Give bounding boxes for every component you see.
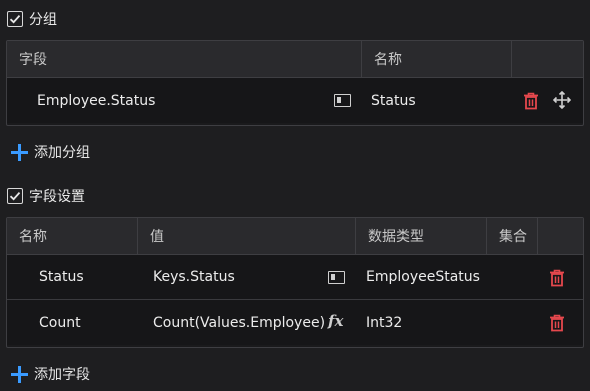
column-header-actions: [538, 218, 583, 254]
grouping-checkbox[interactable]: [7, 11, 23, 27]
move-icon[interactable]: [553, 91, 571, 109]
name-cell[interactable]: Status: [7, 255, 138, 299]
add-group-label: 添加分组: [34, 145, 90, 161]
field-cell[interactable]: Employee.Status: [7, 78, 362, 123]
type-cell[interactable]: Int32: [356, 300, 487, 345]
fields-checkbox[interactable]: [7, 188, 23, 204]
value-cell[interactable]: Keys.Status: [138, 255, 356, 299]
column-header-name[interactable]: 名称: [362, 41, 512, 77]
column-header-collection[interactable]: 集合: [487, 218, 538, 254]
column-header-actions: [512, 41, 583, 77]
actions-cell: [512, 78, 583, 123]
name-value: Status: [39, 269, 84, 285]
plus-icon: [11, 365, 28, 383]
check-icon: [9, 15, 21, 24]
fields-header: 字段设置: [7, 185, 85, 207]
actions-cell: [538, 300, 583, 345]
add-group-button[interactable]: 添加分组: [11, 141, 90, 163]
grouping-table: 字段 名称 Employee.Status Status: [6, 40, 584, 126]
name-value: Status: [371, 92, 416, 109]
table-row[interactable]: Status Keys.Status EmployeeStatus: [7, 255, 583, 300]
trash-icon[interactable]: [549, 269, 565, 287]
type-cell[interactable]: EmployeeStatus: [356, 255, 487, 299]
column-header-field[interactable]: 字段: [7, 41, 362, 77]
grouping-table-header: 字段 名称: [7, 41, 583, 78]
type-value: Int32: [366, 314, 403, 331]
trash-icon[interactable]: [523, 92, 539, 110]
fields-title: 字段设置: [29, 189, 85, 205]
grouping-title: 分组: [29, 12, 57, 28]
field-value: Employee.Status: [37, 92, 156, 109]
check-icon: [9, 192, 21, 201]
collection-cell[interactable]: [487, 300, 538, 345]
actions-cell: [538, 255, 583, 299]
value-text: Keys.Status: [153, 269, 235, 285]
fields-table-header: 名称 值 数据类型 集合: [7, 218, 583, 255]
fields-table: 名称 值 数据类型 集合 Status Keys.Status Employee…: [6, 217, 584, 348]
column-header-value[interactable]: 值: [138, 218, 356, 254]
type-value: EmployeeStatus: [366, 269, 480, 285]
name-cell[interactable]: Count: [7, 300, 138, 345]
plus-icon: [11, 143, 28, 161]
value-text: Count(Values.Employee): [153, 314, 326, 331]
add-field-button[interactable]: 添加字段: [11, 363, 90, 385]
column-header-name[interactable]: 名称: [7, 218, 138, 254]
trash-icon[interactable]: [549, 314, 565, 332]
field-tag-icon[interactable]: [334, 94, 351, 107]
fx-icon[interactable]: fx: [328, 312, 343, 330]
table-row[interactable]: Employee.Status Status: [7, 78, 583, 123]
column-header-type[interactable]: 数据类型: [356, 218, 487, 254]
grouping-header: 分组: [7, 8, 57, 30]
name-value: Count: [39, 314, 81, 331]
field-tag-icon[interactable]: [328, 271, 345, 284]
value-cell[interactable]: Count(Values.Employee) fx: [138, 300, 356, 345]
name-cell[interactable]: Status: [362, 78, 512, 123]
add-field-label: 添加字段: [34, 367, 90, 383]
collection-cell[interactable]: [487, 255, 538, 299]
table-row[interactable]: Count Count(Values.Employee) fx Int32: [7, 300, 583, 345]
